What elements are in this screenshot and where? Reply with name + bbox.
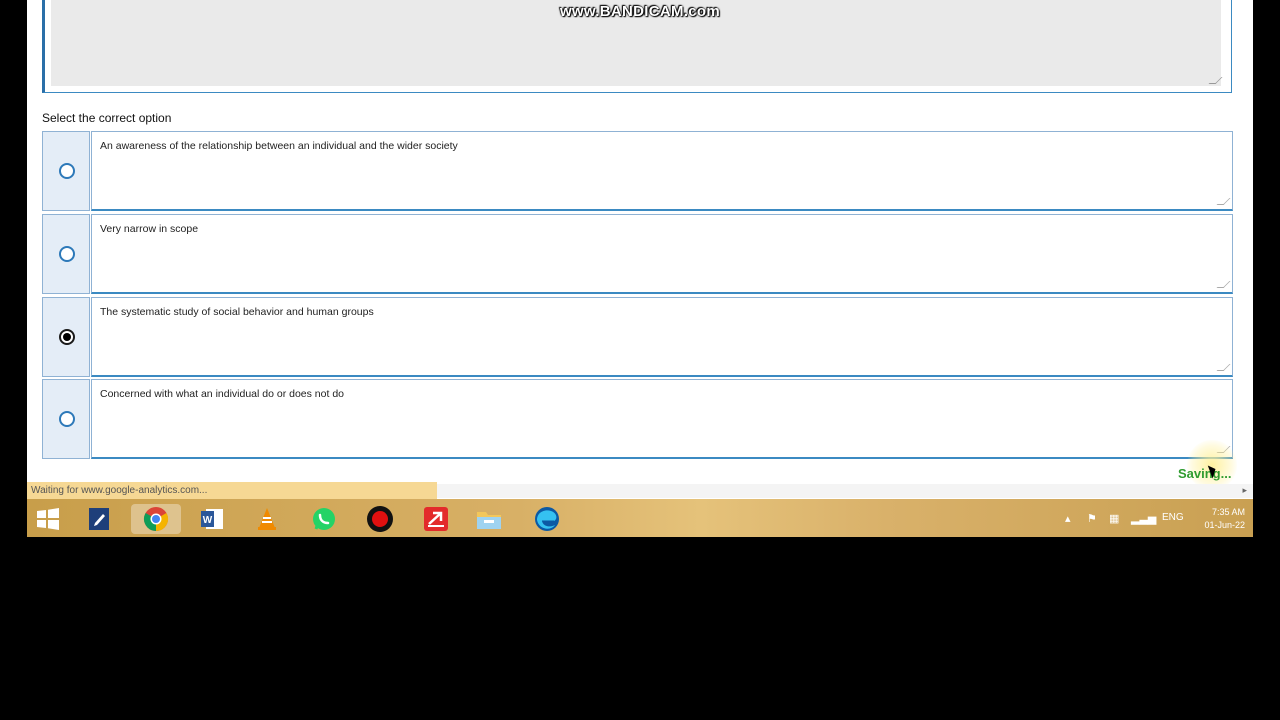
windows-taskbar: W ▴ ⚑ ▦ ▂▃▅ ENG 7:35 AM 01-Jun-22 [27,499,1253,537]
browser-status-bar: Waiting for www.google-analytics.com... [27,482,437,499]
browser-viewport: Select the correct option An awareness o… [27,0,1253,537]
option-text-box[interactable]: The systematic study of social behavior … [91,297,1233,377]
radio-cell[interactable] [42,214,90,294]
option-row: Concerned with what an individual do or … [42,379,1233,461]
resize-grip-icon[interactable] [1216,198,1231,205]
option-text: The systematic study of social behavior … [100,306,374,318]
saving-status: Saving... [1178,466,1232,481]
option-radio[interactable] [59,163,75,179]
select-option-label: Select the correct option [42,111,172,125]
clock[interactable]: 7:35 AM 01-Jun-22 [1197,506,1245,532]
bandicam-watermark: www.BANDICAM.com [559,3,721,20]
scroll-right-icon[interactable]: ▸ [1242,485,1247,496]
signal-icon[interactable]: ▂▃▅ [1131,512,1156,525]
option-text-box[interactable]: An awareness of the relationship between… [91,131,1233,211]
notepad-app-icon[interactable] [84,504,114,534]
clock-time: 7:35 AM [1211,507,1245,517]
option-text-box[interactable]: Concerned with what an individual do or … [91,379,1233,459]
resize-grip-icon[interactable] [1216,281,1231,288]
chrome-app-icon[interactable] [131,504,181,534]
windows-start-icon[interactable] [33,504,63,534]
radio-cell[interactable] [42,379,90,459]
resize-grip-icon[interactable] [1216,364,1231,371]
option-text: Very narrow in scope [100,223,199,235]
option-radio[interactable] [59,246,75,262]
vlc-app-icon[interactable] [252,504,282,534]
option-text: An awareness of the relationship between… [100,140,458,152]
pdf-reader-icon[interactable] [421,504,451,534]
clock-date: 01-Jun-22 [1204,520,1245,530]
word-app-icon[interactable]: W [197,504,227,534]
whatsapp-app-icon[interactable] [309,504,339,534]
radio-cell[interactable] [42,297,90,377]
edge-app-icon[interactable] [532,504,562,534]
show-hidden-icons-icon[interactable]: ▴ [1065,512,1071,525]
radio-cell[interactable] [42,131,90,211]
file-explorer-icon[interactable] [474,504,504,534]
flag-icon[interactable]: ⚑ [1087,512,1097,525]
option-radio[interactable] [59,411,75,427]
language-indicator[interactable]: ENG [1162,512,1184,523]
option-text-box[interactable]: Very narrow in scope [91,214,1233,294]
battery-icon[interactable]: ▦ [1109,512,1119,525]
horizontal-scrollbar[interactable]: ▸ [437,484,1253,498]
option-row: The systematic study of social behavior … [42,297,1233,379]
option-row: Very narrow in scope [42,214,1233,296]
bandicam-record-icon[interactable] [365,504,395,534]
option-radio-selected[interactable] [59,329,75,345]
option-row: An awareness of the relationship between… [42,131,1233,213]
option-text: Concerned with what an individual do or … [100,388,344,400]
svg-text:W: W [203,515,213,526]
